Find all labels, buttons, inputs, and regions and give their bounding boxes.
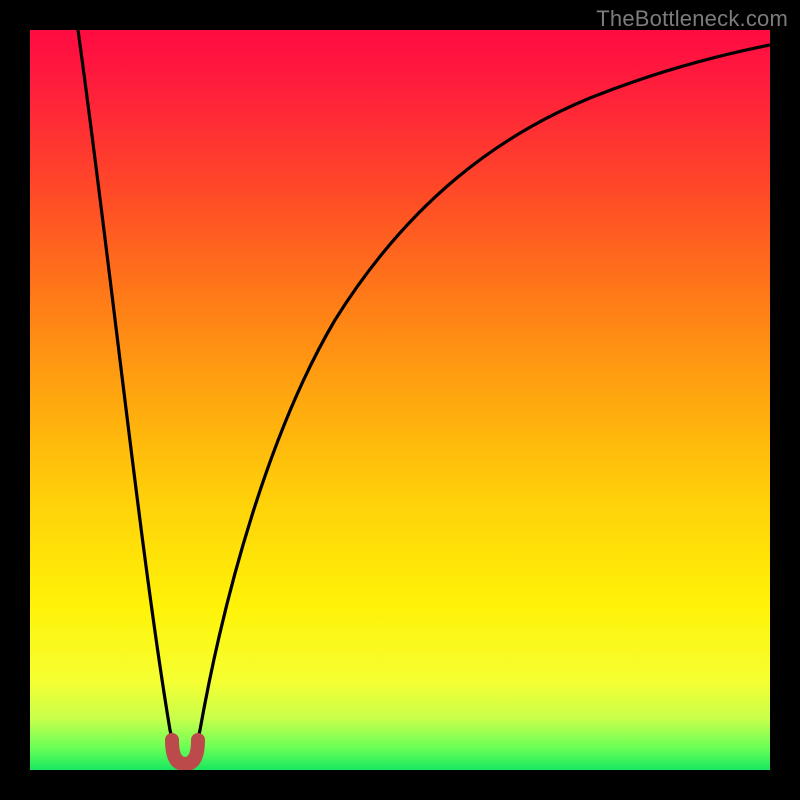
bottleneck-curve (30, 30, 770, 770)
watermark-text: TheBottleneck.com (596, 6, 788, 32)
chart-frame: TheBottleneck.com (0, 0, 800, 800)
plot-area (30, 30, 770, 770)
